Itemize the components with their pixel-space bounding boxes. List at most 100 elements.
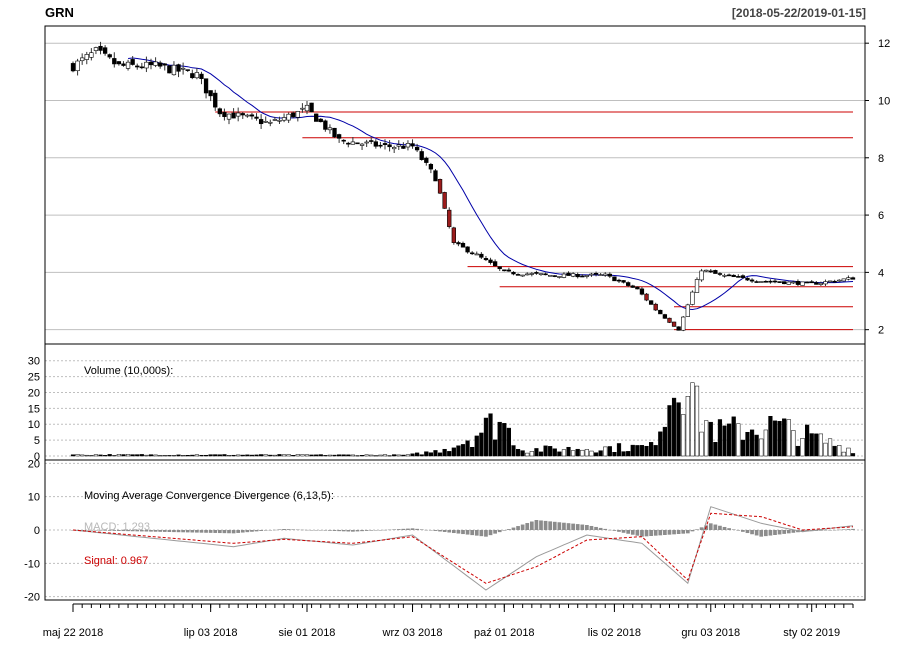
- candle-body: [291, 112, 296, 118]
- candle-body: [327, 127, 333, 131]
- x-tick-label: lis 02 2018: [588, 627, 641, 639]
- macd-histogram-bar: [277, 529, 282, 530]
- volume-bar: [749, 429, 755, 457]
- macd-histogram-bar: [254, 530, 259, 532]
- volume-bar: [415, 452, 420, 457]
- candle-body: [240, 113, 245, 116]
- volume-bar: [346, 454, 351, 457]
- candle-body: [690, 291, 695, 305]
- macd-histogram-bar: [479, 530, 484, 537]
- volume-bar: [144, 454, 149, 457]
- x-tick-label: gru 03 2018: [681, 627, 740, 639]
- volume-bar: [396, 454, 401, 457]
- candle-body: [823, 281, 828, 285]
- x-tick-label: sty 02 2019: [783, 627, 840, 639]
- candle-body: [543, 273, 548, 276]
- macd-histogram-bar: [672, 530, 676, 535]
- volume-bar: [460, 444, 466, 457]
- volume-bar: [236, 454, 241, 457]
- candle-body: [171, 64, 177, 76]
- candle-body: [557, 276, 562, 278]
- x-tick-label: lip 03 2018: [184, 627, 238, 639]
- volume-bar: [286, 454, 291, 457]
- candle-body: [112, 58, 117, 65]
- volume-bar: [827, 438, 833, 457]
- candle-body: [694, 279, 700, 293]
- volume-bar: [754, 434, 759, 457]
- macd-histogram-bar: [562, 522, 566, 530]
- macd-histogram-bar: [571, 523, 575, 530]
- macd-histogram-bar: [644, 530, 649, 537]
- x-tick-label: paź 01 2018: [474, 627, 535, 639]
- macd-tick-label: 0: [34, 525, 40, 537]
- candle-body: [708, 270, 713, 273]
- volume-bar: [474, 435, 479, 457]
- volume-bar: [139, 454, 144, 457]
- volume-bar: [263, 454, 268, 457]
- candle-body: [804, 281, 810, 284]
- macd-tick-label: 20: [28, 458, 40, 470]
- macd-histogram-bar: [731, 529, 736, 530]
- macd-histogram-bar: [406, 528, 410, 530]
- candle-body: [158, 62, 163, 67]
- candle-body: [786, 281, 791, 285]
- candle-body: [598, 274, 603, 276]
- price-tick-label: 12: [878, 38, 890, 50]
- candle-body: [506, 269, 512, 272]
- macd-histogram-bar: [548, 521, 553, 530]
- candle-body: [144, 61, 149, 69]
- macd-histogram-bar: [282, 529, 286, 530]
- volume-bar: [451, 447, 456, 457]
- candle-body: [176, 64, 181, 72]
- macd-histogram-bar: [580, 524, 585, 530]
- chart-title: GRN: [45, 5, 74, 20]
- volume-bar: [685, 396, 690, 457]
- macd-histogram-bar: [419, 529, 424, 530]
- candle-body: [346, 142, 351, 145]
- macd-histogram-bar: [328, 530, 332, 531]
- volume-tick-label: 30: [28, 356, 40, 368]
- candle-body: [414, 146, 420, 151]
- moving-average-line: [128, 57, 854, 311]
- macd-histogram-bar: [745, 530, 750, 534]
- candle-body: [671, 321, 677, 327]
- macd-histogram-bar: [442, 530, 447, 532]
- volume-tick-label: 25: [28, 372, 40, 384]
- candle-body: [314, 113, 319, 122]
- volume-bars: [70, 382, 856, 457]
- macd-histogram-bar: [167, 530, 172, 532]
- candle-body: [125, 61, 131, 69]
- volume-bar: [364, 454, 369, 457]
- candle-body: [277, 119, 282, 122]
- macd-histogram-bar: [447, 530, 452, 533]
- macd-histogram-bar: [502, 530, 507, 531]
- macd-histogram-bar: [185, 530, 190, 533]
- candle-body: [722, 274, 727, 277]
- candle-body: [332, 127, 337, 138]
- candle-body: [350, 141, 356, 145]
- candle-body: [525, 273, 530, 276]
- volume-bar: [566, 446, 571, 457]
- candle-body: [763, 280, 768, 283]
- candle-body: [653, 303, 658, 311]
- macd-histogram-bar: [250, 530, 254, 532]
- volume-bar: [199, 454, 204, 457]
- volume-bar: [405, 454, 411, 457]
- candle-body: [447, 209, 452, 227]
- volume-bar: [662, 426, 667, 457]
- candle-body: [451, 227, 456, 243]
- candle-body: [791, 281, 796, 284]
- volume-bar: [580, 449, 585, 457]
- volume-bar: [337, 454, 342, 457]
- macd-histogram-bar: [837, 529, 842, 531]
- macd-histogram-bar: [612, 530, 617, 531]
- volume-bar: [428, 452, 433, 457]
- macd-histogram-bar: [323, 530, 328, 531]
- macd-histogram-bar: [566, 523, 571, 530]
- candle-body: [387, 144, 392, 148]
- candle-body: [318, 118, 323, 123]
- candle-body: [80, 57, 85, 62]
- macd-histogram-bar: [699, 527, 704, 530]
- macd-histogram-bar: [690, 530, 695, 532]
- candle-body: [359, 143, 365, 146]
